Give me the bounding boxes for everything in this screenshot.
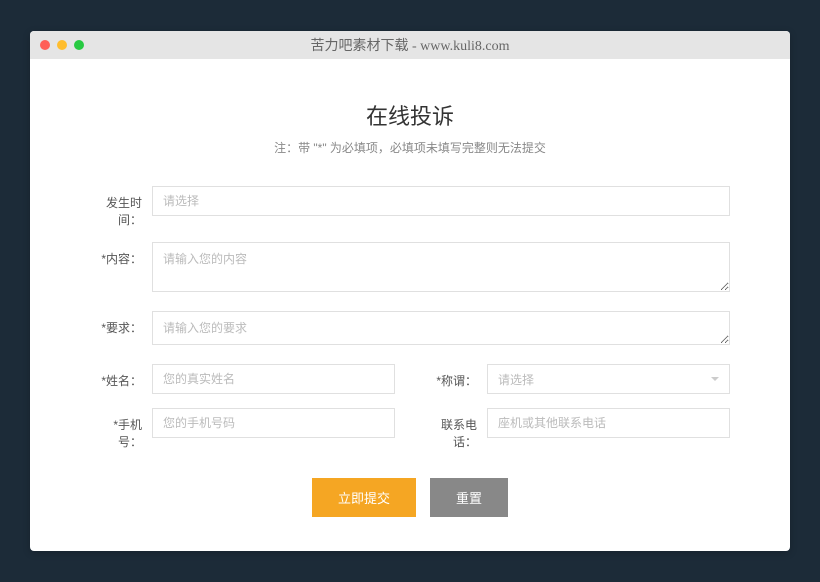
row-name-salutation: *姓名： *称谓： 请选择 <box>90 364 730 394</box>
close-icon[interactable] <box>40 40 50 50</box>
label-salutation: *称谓： <box>425 364 487 389</box>
row-phone: *手机号： 联系电话： <box>90 408 730 450</box>
name-input[interactable] <box>152 364 395 394</box>
salutation-placeholder: 请选择 <box>498 371 534 388</box>
label-name: *姓名： <box>90 364 152 389</box>
time-input[interactable] <box>152 186 730 216</box>
app-window: 苦力吧素材下载 - www.kuli8.com 在线投诉 注：带 "*" 为必填… <box>30 31 790 551</box>
form-content: 在线投诉 注：带 "*" 为必填项，必填项未填写完整则无法提交 发生时间： *内… <box>30 59 790 547</box>
row-request: *要求： <box>90 311 730 350</box>
minimize-icon[interactable] <box>57 40 67 50</box>
label-phone: 联系电话： <box>425 408 487 450</box>
button-row: 立即提交 重置 <box>90 478 730 517</box>
label-mobile: *手机号： <box>90 408 152 450</box>
request-textarea[interactable] <box>152 311 730 345</box>
row-time: 发生时间： <box>90 186 730 228</box>
titlebar: 苦力吧素材下载 - www.kuli8.com <box>30 31 790 59</box>
label-request: *要求： <box>90 311 152 336</box>
maximize-icon[interactable] <box>74 40 84 50</box>
label-time: 发生时间： <box>90 186 152 228</box>
window-title: 苦力吧素材下载 - www.kuli8.com <box>30 35 790 55</box>
mobile-input[interactable] <box>152 408 395 438</box>
traffic-lights <box>40 40 84 50</box>
chevron-down-icon <box>711 377 719 381</box>
salutation-select[interactable]: 请选择 <box>487 364 730 394</box>
row-content: *内容： <box>90 242 730 297</box>
page-subtitle: 注：带 "*" 为必填项，必填项未填写完整则无法提交 <box>90 139 730 156</box>
submit-button[interactable]: 立即提交 <box>312 478 416 517</box>
phone-input[interactable] <box>487 408 730 438</box>
label-content: *内容： <box>90 242 152 267</box>
page-title: 在线投诉 <box>90 99 730 131</box>
content-textarea[interactable] <box>152 242 730 292</box>
reset-button[interactable]: 重置 <box>430 478 508 517</box>
